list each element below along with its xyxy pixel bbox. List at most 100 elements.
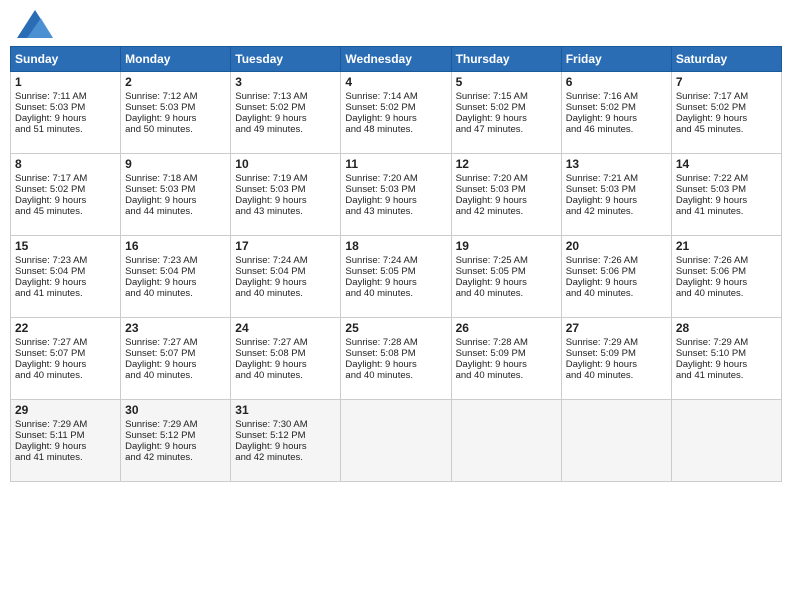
day-info-line: Daylight: 9 hours: [345, 359, 446, 370]
day-info-line: Daylight: 9 hours: [566, 359, 667, 370]
day-info-line: Sunset: 5:02 PM: [456, 102, 557, 113]
day-number: 29: [15, 403, 116, 417]
day-info-line: Daylight: 9 hours: [235, 277, 336, 288]
calendar-cell: 16Sunrise: 7:23 AMSunset: 5:04 PMDayligh…: [121, 236, 231, 318]
calendar-cell: 31Sunrise: 7:30 AMSunset: 5:12 PMDayligh…: [231, 400, 341, 482]
day-info-line: Sunrise: 7:25 AM: [456, 255, 557, 266]
day-info-line: and 40 minutes.: [235, 288, 336, 299]
calendar-cell: 22Sunrise: 7:27 AMSunset: 5:07 PMDayligh…: [11, 318, 121, 400]
day-info-line: Daylight: 9 hours: [235, 441, 336, 452]
day-info-line: Sunset: 5:02 PM: [15, 184, 116, 195]
day-info-line: Sunset: 5:05 PM: [456, 266, 557, 277]
day-info-line: and 49 minutes.: [235, 124, 336, 135]
day-info-line: Sunrise: 7:28 AM: [345, 337, 446, 348]
day-info-line: Sunset: 5:09 PM: [456, 348, 557, 359]
day-info-line: Sunrise: 7:27 AM: [235, 337, 336, 348]
day-info-line: Sunrise: 7:20 AM: [456, 173, 557, 184]
day-info-line: and 50 minutes.: [125, 124, 226, 135]
day-number: 5: [456, 75, 557, 89]
day-info-line: Sunrise: 7:20 AM: [345, 173, 446, 184]
day-info-line: and 45 minutes.: [676, 124, 777, 135]
calendar-header-friday: Friday: [561, 47, 671, 72]
logo-icon: [17, 10, 53, 38]
day-info-line: Sunrise: 7:30 AM: [235, 419, 336, 430]
day-info-line: Daylight: 9 hours: [676, 195, 777, 206]
calendar-cell: [561, 400, 671, 482]
day-info-line: Sunrise: 7:14 AM: [345, 91, 446, 102]
day-info-line: and 41 minutes.: [15, 452, 116, 463]
day-info-line: Daylight: 9 hours: [15, 277, 116, 288]
calendar-cell: [341, 400, 451, 482]
day-info-line: Daylight: 9 hours: [676, 113, 777, 124]
calendar-cell: 19Sunrise: 7:25 AMSunset: 5:05 PMDayligh…: [451, 236, 561, 318]
day-info-line: Daylight: 9 hours: [15, 441, 116, 452]
calendar-header-tuesday: Tuesday: [231, 47, 341, 72]
day-info-line: Daylight: 9 hours: [566, 277, 667, 288]
day-info-line: Sunset: 5:12 PM: [125, 430, 226, 441]
day-info-line: Sunset: 5:06 PM: [566, 266, 667, 277]
calendar-header-wednesday: Wednesday: [341, 47, 451, 72]
day-info-line: Sunset: 5:03 PM: [15, 102, 116, 113]
day-number: 22: [15, 321, 116, 335]
day-info-line: and 40 minutes.: [125, 288, 226, 299]
calendar-cell: 15Sunrise: 7:23 AMSunset: 5:04 PMDayligh…: [11, 236, 121, 318]
calendar-cell: 29Sunrise: 7:29 AMSunset: 5:11 PMDayligh…: [11, 400, 121, 482]
day-info-line: Sunset: 5:03 PM: [676, 184, 777, 195]
day-number: 17: [235, 239, 336, 253]
day-info-line: and 40 minutes.: [345, 370, 446, 381]
day-number: 15: [15, 239, 116, 253]
day-info-line: Daylight: 9 hours: [456, 359, 557, 370]
calendar-cell: 23Sunrise: 7:27 AMSunset: 5:07 PMDayligh…: [121, 318, 231, 400]
day-info-line: Sunrise: 7:29 AM: [676, 337, 777, 348]
day-info-line: Sunrise: 7:23 AM: [125, 255, 226, 266]
day-info-line: and 40 minutes.: [345, 288, 446, 299]
calendar-cell: [671, 400, 781, 482]
day-info-line: Sunset: 5:03 PM: [125, 102, 226, 113]
day-info-line: Sunset: 5:11 PM: [15, 430, 116, 441]
day-info-line: Sunset: 5:12 PM: [235, 430, 336, 441]
calendar-week-4: 22Sunrise: 7:27 AMSunset: 5:07 PMDayligh…: [11, 318, 782, 400]
calendar-cell: 11Sunrise: 7:20 AMSunset: 5:03 PMDayligh…: [341, 154, 451, 236]
day-info-line: Sunset: 5:03 PM: [345, 184, 446, 195]
page-header: [10, 10, 782, 38]
day-info-line: and 42 minutes.: [125, 452, 226, 463]
day-info-line: Sunset: 5:02 PM: [566, 102, 667, 113]
day-info-line: Sunset: 5:06 PM: [676, 266, 777, 277]
calendar-cell: 20 Sunrise: 7:26 AMSunset: 5:06 PMDayligh…: [561, 236, 671, 318]
calendar-cell: 10Sunrise: 7:19 AMSunset: 5:03 PMDayligh…: [231, 154, 341, 236]
day-info-line: Sunrise: 7:13 AM: [235, 91, 336, 102]
day-info-line: Daylight: 9 hours: [15, 195, 116, 206]
day-info-line: Sunrise: 7:16 AM: [566, 91, 667, 102]
day-info-line: Sunrise: 7:26 AM: [566, 255, 667, 266]
day-number: 20: [566, 239, 667, 253]
calendar-cell: 9Sunrise: 7:18 AMSunset: 5:03 PMDaylight…: [121, 154, 231, 236]
calendar-cell: [451, 400, 561, 482]
day-info-line: Daylight: 9 hours: [676, 277, 777, 288]
day-info-line: Sunrise: 7:27 AM: [125, 337, 226, 348]
calendar-cell: 1Sunrise: 7:11 AMSunset: 5:03 PMDaylight…: [11, 72, 121, 154]
calendar-cell: 7Sunrise: 7:17 AMSunset: 5:02 PMDaylight…: [671, 72, 781, 154]
day-info-line: Daylight: 9 hours: [235, 195, 336, 206]
calendar-cell: 8Sunrise: 7:17 AMSunset: 5:02 PMDaylight…: [11, 154, 121, 236]
day-info-line: Sunrise: 7:29 AM: [125, 419, 226, 430]
day-info-line: Sunset: 5:03 PM: [235, 184, 336, 195]
day-info-line: and 42 minutes.: [566, 206, 667, 217]
day-info-line: and 47 minutes.: [456, 124, 557, 135]
day-info-line: Sunset: 5:04 PM: [235, 266, 336, 277]
day-number: 2: [125, 75, 226, 89]
day-info-line: Sunrise: 7:24 AM: [345, 255, 446, 266]
day-info-line: Daylight: 9 hours: [456, 277, 557, 288]
day-number: 1: [15, 75, 116, 89]
calendar-cell: 12Sunrise: 7:20 AMSunset: 5:03 PMDayligh…: [451, 154, 561, 236]
calendar-week-3: 15Sunrise: 7:23 AMSunset: 5:04 PMDayligh…: [11, 236, 782, 318]
day-number: 28: [676, 321, 777, 335]
day-info-line: Daylight: 9 hours: [235, 113, 336, 124]
day-info-line: Daylight: 9 hours: [125, 441, 226, 452]
day-info-line: Sunrise: 7:18 AM: [125, 173, 226, 184]
day-info-line: Daylight: 9 hours: [676, 359, 777, 370]
day-number: 10: [235, 157, 336, 171]
calendar-cell: 14Sunrise: 7:22 AMSunset: 5:03 PMDayligh…: [671, 154, 781, 236]
day-number: 6: [566, 75, 667, 89]
calendar-header-row: SundayMondayTuesdayWednesdayThursdayFrid…: [11, 47, 782, 72]
day-info-line: Sunset: 5:03 PM: [125, 184, 226, 195]
